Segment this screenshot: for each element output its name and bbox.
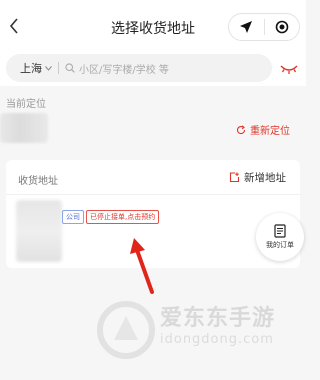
card-divider [6,194,300,195]
add-address-button[interactable]: 新增地址 [229,170,286,185]
search-row: 上海 小区/写字楼/学校 等 [0,52,306,86]
my-orders-label: 我的订单 [266,241,294,249]
orders-icon [274,224,286,238]
watermark-url: idongdong.com [160,332,274,347]
search-icon [65,63,75,73]
address-status-tag[interactable]: 已停止接单,点击预约 [86,210,160,224]
current-location-label: 当前定位 [6,99,46,110]
search-divider [58,62,59,74]
add-note-icon [229,172,240,183]
chevron-down-icon [45,65,52,71]
close-program-button[interactable] [264,14,299,40]
mini-program-capsule [228,13,300,41]
eye-closed-icon[interactable] [279,61,299,77]
current-location-value-blurred [0,113,48,143]
city-selector[interactable]: 上海 [20,60,56,76]
add-address-label: 新增地址 [244,172,286,184]
address-tag-company: 公司 [62,210,84,224]
red-arrow-annotation [130,238,154,294]
address-heading: 收货地址 [18,176,58,187]
relocate-label: 重新定位 [250,126,290,137]
my-orders-button[interactable]: 我的订单 [256,213,304,261]
navigation-arrow-icon [240,21,253,33]
top-bar: 选择收货地址 [0,0,306,52]
target-icon [275,20,289,34]
search-placeholder: 小区/写字楼/学校 等 [79,64,169,76]
city-label: 上海 [20,62,42,75]
relocate-button[interactable]: 重新定位 [236,122,290,137]
watermark-brand: 爱东东手游 [160,306,276,331]
search-input[interactable]: 上海 小区/写字楼/学校 等 [6,54,272,82]
refresh-icon [236,124,246,134]
location-share-button[interactable] [229,14,264,40]
watermark-logo [97,301,155,359]
address-item-blurred[interactable] [16,200,62,262]
